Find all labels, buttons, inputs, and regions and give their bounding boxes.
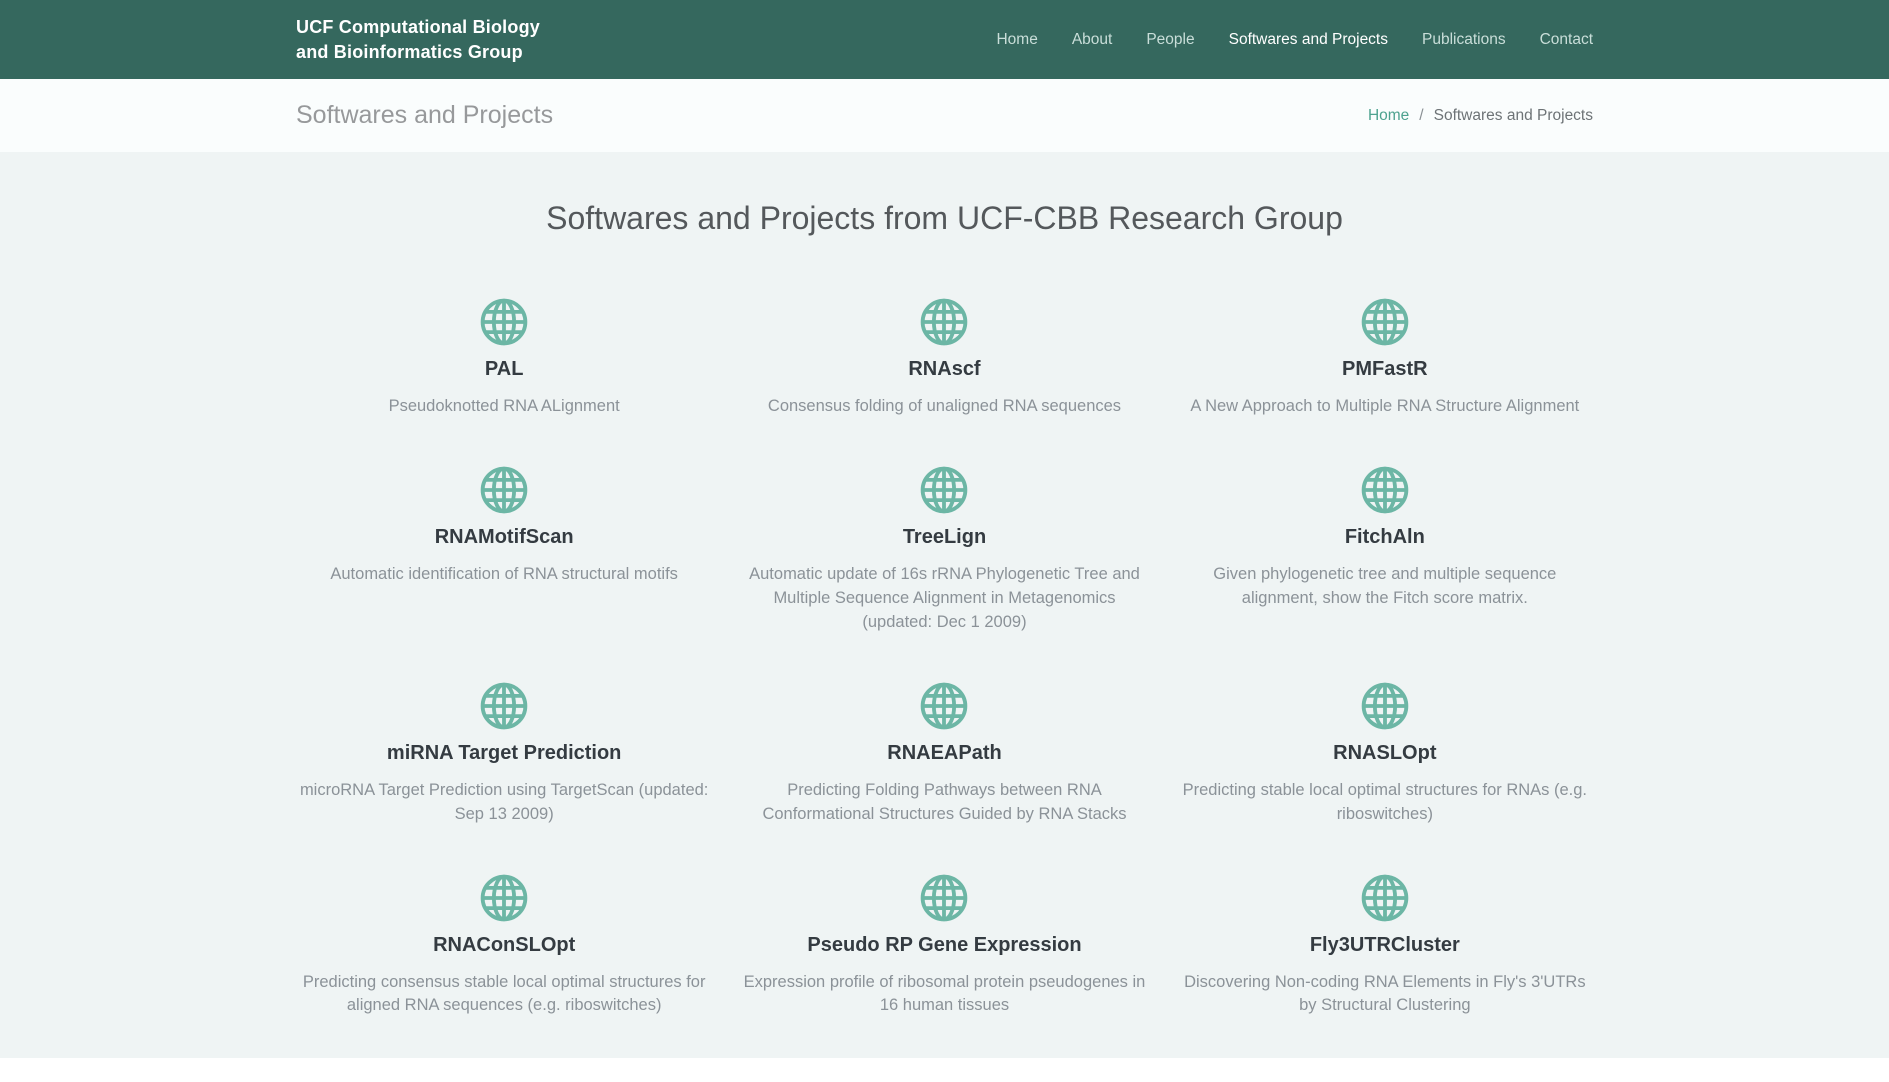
project-description: Given phylogenetic tree and multiple seq…: [1177, 563, 1593, 611]
project-card: Fly3UTRCluster Discovering Non-coding RN…: [1177, 871, 1593, 1019]
brand-line1: UCF Computational Biology: [296, 17, 540, 37]
main-section: Softwares and Projects from UCF-CBB Rese…: [0, 152, 1889, 1058]
globe-icon: [477, 679, 531, 733]
globe-icon: [1358, 679, 1412, 733]
project-title[interactable]: TreeLign: [736, 526, 1152, 549]
breadcrumb: Home / Softwares and Projects: [1368, 107, 1593, 125]
nav-item-softwares-and-projects[interactable]: Softwares and Projects: [1229, 31, 1388, 49]
project-description: A New Approach to Multiple RNA Structure…: [1177, 395, 1593, 419]
globe-icon: [477, 463, 531, 517]
brand-line2: and Bioinformatics Group: [296, 42, 523, 62]
nav-item-contact[interactable]: Contact: [1540, 31, 1593, 49]
globe-icon: [917, 295, 971, 349]
project-title[interactable]: FitchAln: [1177, 526, 1593, 549]
project-title[interactable]: Fly3UTRCluster: [1177, 934, 1593, 957]
project-card: PMFastR A New Approach to Multiple RNA S…: [1177, 295, 1593, 419]
bottom-strip: [0, 1058, 1889, 1082]
page-title: Softwares and Projects: [296, 101, 553, 130]
projects-grid: PAL Pseudoknotted RNA ALignment RNAscf C…: [296, 295, 1593, 1018]
project-title[interactable]: RNASLOpt: [1177, 742, 1593, 765]
project-description: Predicting Folding Pathways between RNA …: [736, 779, 1152, 827]
project-description: Automatic identification of RNA structur…: [296, 563, 712, 587]
globe-icon: [1358, 463, 1412, 517]
project-card: RNAEAPath Predicting Folding Pathways be…: [736, 679, 1152, 827]
breadcrumb-current: Softwares and Projects: [1434, 107, 1593, 125]
project-card: PAL Pseudoknotted RNA ALignment: [296, 295, 712, 419]
project-card: FitchAln Given phylogenetic tree and mul…: [1177, 463, 1593, 635]
project-description: Expression profile of ribosomal protein …: [736, 971, 1152, 1019]
project-title[interactable]: RNAscf: [736, 358, 1152, 381]
nav-item-home[interactable]: Home: [996, 31, 1037, 49]
project-card: RNAConSLOpt Predicting consensus stable …: [296, 871, 712, 1019]
project-description: Predicting stable local optimal structur…: [1177, 779, 1593, 827]
project-description: Consensus folding of unaligned RNA seque…: [736, 395, 1152, 419]
project-card: RNAMotifScan Automatic identification of…: [296, 463, 712, 635]
globe-icon: [917, 463, 971, 517]
nav-item-publications[interactable]: Publications: [1422, 31, 1506, 49]
project-description: Discovering Non-coding RNA Elements in F…: [1177, 971, 1593, 1019]
globe-icon: [477, 871, 531, 925]
globe-icon: [917, 871, 971, 925]
project-title[interactable]: RNAEAPath: [736, 742, 1152, 765]
globe-icon: [1358, 295, 1412, 349]
brand-logo[interactable]: UCF Computational Biology and Bioinforma…: [296, 15, 540, 64]
breadcrumb-separator: /: [1419, 107, 1423, 125]
section-heading: Softwares and Projects from UCF-CBB Rese…: [296, 200, 1593, 237]
globe-icon: [917, 679, 971, 733]
project-description: Pseudoknotted RNA ALignment: [296, 395, 712, 419]
project-title[interactable]: miRNA Target Prediction: [296, 742, 712, 765]
globe-icon: [1358, 871, 1412, 925]
breadcrumb-bar: Softwares and Projects Home / Softwares …: [0, 79, 1889, 152]
project-card: TreeLign Automatic update of 16s rRNA Ph…: [736, 463, 1152, 635]
project-title[interactable]: RNAMotifScan: [296, 526, 712, 549]
nav-item-people[interactable]: People: [1146, 31, 1194, 49]
project-description: Automatic update of 16s rRNA Phylogeneti…: [736, 563, 1152, 635]
project-card: miRNA Target Prediction microRNA Target …: [296, 679, 712, 827]
nav-item-about[interactable]: About: [1072, 31, 1113, 49]
project-title[interactable]: PAL: [296, 358, 712, 381]
project-title[interactable]: Pseudo RP Gene Expression: [736, 934, 1152, 957]
nav-menu: Home About People Softwares and Projects Pub…: [996, 31, 1593, 49]
project-description: microRNA Target Prediction using TargetS…: [296, 779, 712, 827]
project-card: RNASLOpt Predicting stable local optimal…: [1177, 679, 1593, 827]
project-title[interactable]: RNAConSLOpt: [296, 934, 712, 957]
top-navbar: UCF Computational Biology and Bioinforma…: [0, 0, 1889, 79]
project-card: RNAscf Consensus folding of unaligned RN…: [736, 295, 1152, 419]
globe-icon: [477, 295, 531, 349]
breadcrumb-home-link[interactable]: Home: [1368, 107, 1409, 125]
project-description: Predicting consensus stable local optima…: [296, 971, 712, 1019]
project-title[interactable]: PMFastR: [1177, 358, 1593, 381]
project-card: Pseudo RP Gene Expression Expression pro…: [736, 871, 1152, 1019]
